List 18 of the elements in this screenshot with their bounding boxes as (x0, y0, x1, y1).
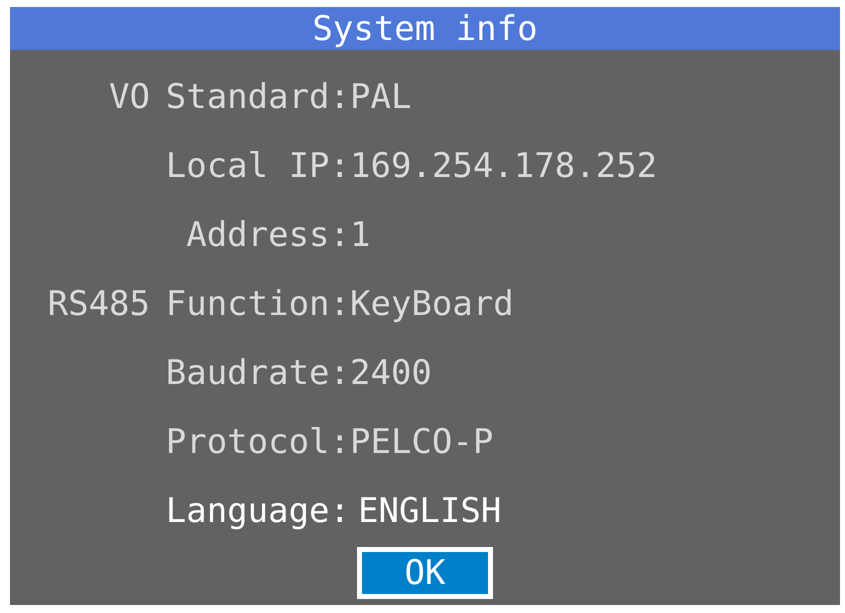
section-label: RS485 (48, 286, 150, 320)
field-label: Protocol: (166, 424, 350, 458)
field-value: 169.254.178.252 (350, 148, 658, 182)
field-value: 2400 (350, 356, 432, 390)
field-label: Address: (186, 218, 350, 252)
ok-button[interactable]: OK (357, 547, 493, 599)
section-label: VO (109, 80, 150, 114)
field-label: Function: (166, 286, 350, 320)
field-value: PAL (350, 80, 412, 114)
field-value: 1 (350, 218, 370, 252)
field-label: Baudrate: (166, 356, 350, 390)
field-value: PELCO-P (350, 424, 494, 458)
window-title: System info (312, 12, 538, 46)
field-value[interactable]: ENGLISH (358, 494, 502, 528)
field-label: Standard: (166, 80, 350, 114)
field-label: Local IP: (166, 148, 350, 182)
field-value: KeyBoard (350, 286, 514, 320)
field-label: Language: (166, 494, 350, 528)
